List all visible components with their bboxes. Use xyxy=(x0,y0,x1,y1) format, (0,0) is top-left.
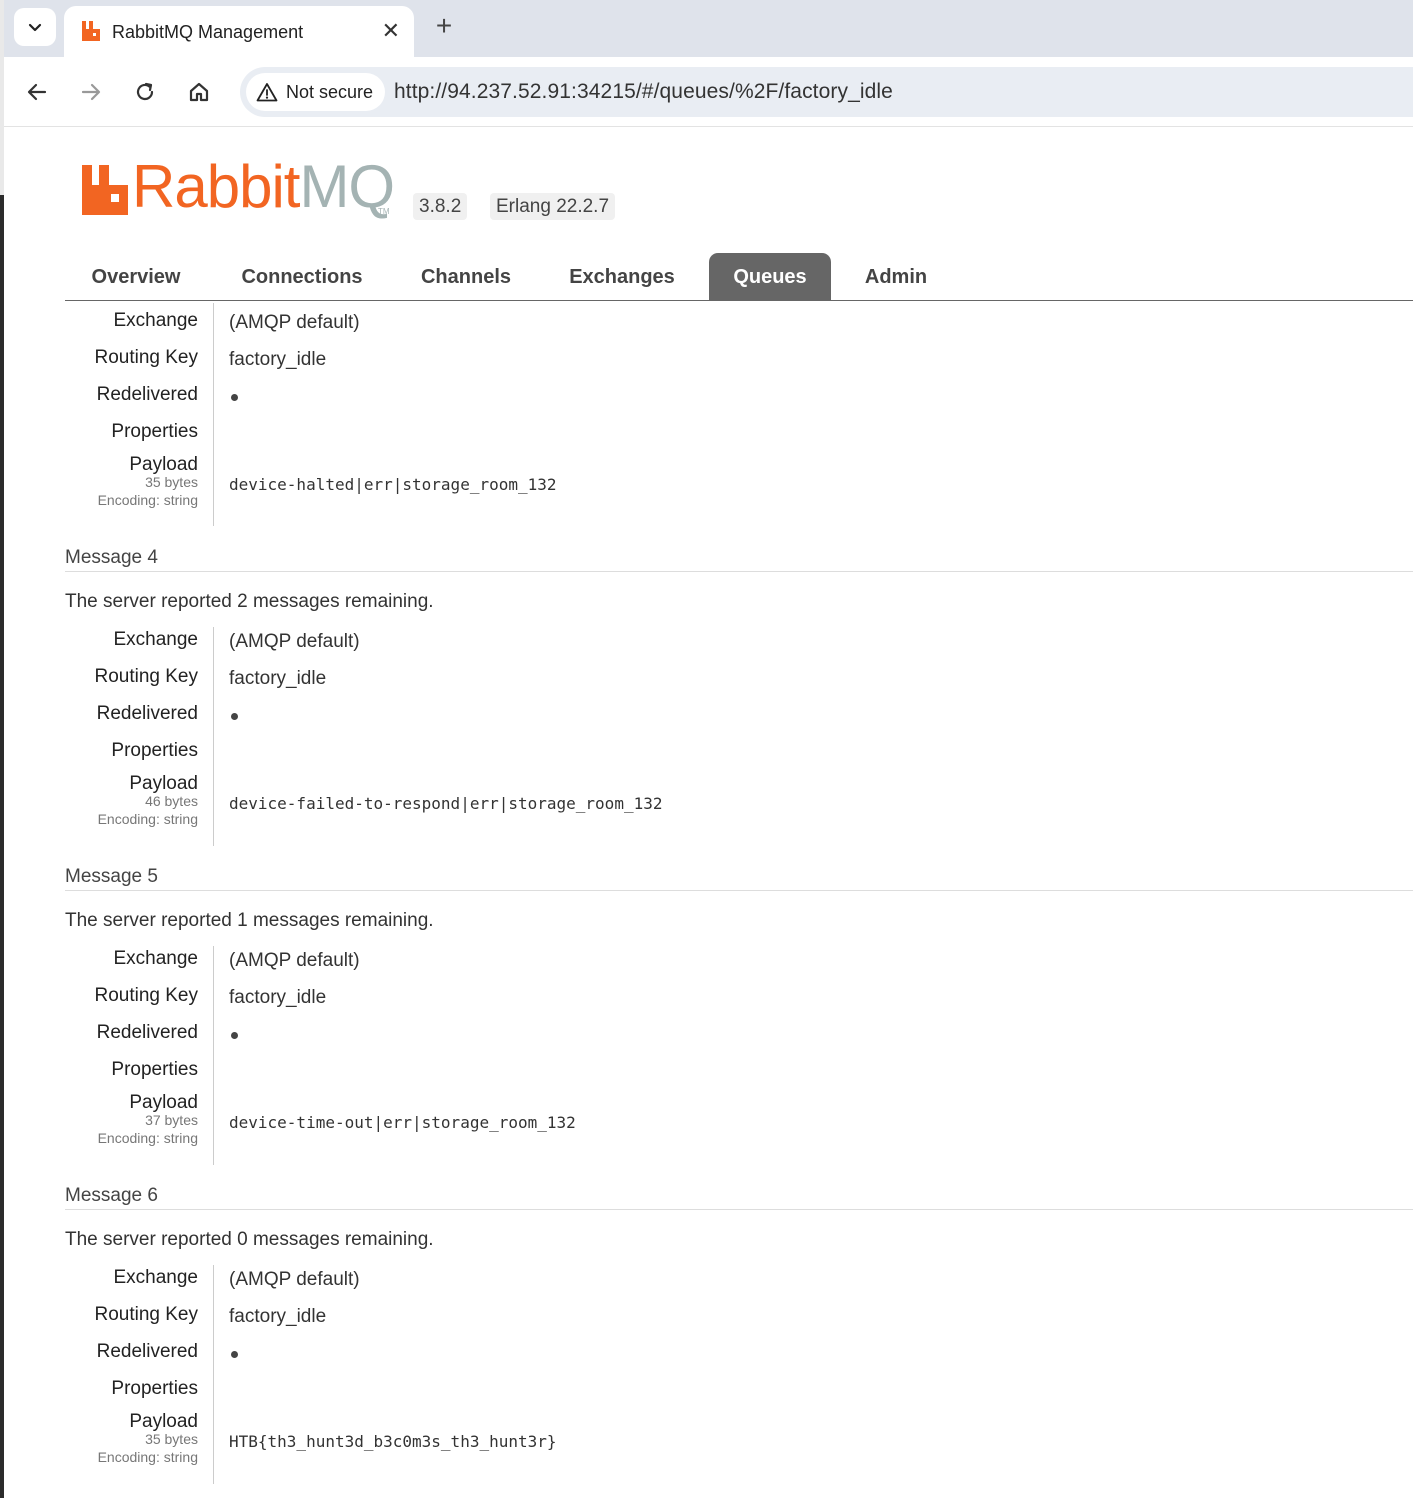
properties-label: Properties xyxy=(111,1378,198,1399)
browser-tab[interactable]: RabbitMQ Management ✕ xyxy=(64,6,414,57)
exchange-value: (AMQP default) xyxy=(229,631,360,652)
exchange-label: Exchange xyxy=(113,310,198,331)
version-badge: 3.8.2 xyxy=(413,193,468,220)
routing-key-label: Routing Key xyxy=(94,985,198,1006)
redelivered-dot xyxy=(231,394,238,401)
divider xyxy=(65,1209,1413,1210)
reload-button[interactable] xyxy=(129,76,161,108)
tab-title: RabbitMQ Management xyxy=(112,22,304,42)
browser-tab-bar: RabbitMQ Management ✕ + xyxy=(4,0,1413,57)
browser-toolbar: Not secure http://94.237.52.91:34215/#/q… xyxy=(4,57,1413,127)
redelivered-label: Redelivered xyxy=(96,384,198,405)
tab-overview[interactable]: Overview xyxy=(73,253,199,300)
payload-value: HTB{th3_hunt3d_b3c0m3s_th3_hunt3r} xyxy=(229,1432,557,1451)
arrow-left-icon xyxy=(27,83,47,101)
payload-value: device-halted|err|storage_room_132 xyxy=(229,475,557,494)
exchange-label: Exchange xyxy=(113,629,198,650)
payload-value: device-failed-to-respond|err|storage_roo… xyxy=(229,794,663,813)
payload-size: 46 bytes xyxy=(145,793,198,809)
properties-label: Properties xyxy=(111,740,198,761)
table-divider xyxy=(213,303,214,526)
tab-queues[interactable]: Queues xyxy=(709,253,831,300)
routing-key-label: Routing Key xyxy=(94,1304,198,1325)
reload-icon xyxy=(136,82,154,101)
routing-key-label: Routing Key xyxy=(94,666,198,687)
remaining-text: The server reported 0 messages remaining… xyxy=(65,1229,434,1250)
divider xyxy=(65,890,1413,891)
table-divider xyxy=(213,1265,214,1484)
tab-search-button[interactable] xyxy=(14,8,56,46)
payload-encoding: Encoding: string xyxy=(97,492,198,508)
properties-label: Properties xyxy=(111,421,198,442)
properties-label: Properties xyxy=(111,1059,198,1080)
routing-key-label: Routing Key xyxy=(94,347,198,368)
home-icon xyxy=(189,82,209,102)
tab-admin[interactable]: Admin xyxy=(853,253,939,300)
routing-key-value: factory_idle xyxy=(229,1306,327,1327)
message-header: Message 6 xyxy=(65,1185,158,1206)
close-tab-icon[interactable]: ✕ xyxy=(382,18,400,44)
warning-icon xyxy=(256,83,278,102)
payload-encoding: Encoding: string xyxy=(97,1130,198,1146)
logo-trademark: TM xyxy=(378,207,390,216)
message-header: Message 4 xyxy=(65,547,158,568)
payload-label: Payload xyxy=(129,773,198,794)
payload-label: Payload xyxy=(129,1411,198,1432)
exchange-label: Exchange xyxy=(113,1267,198,1288)
routing-key-value: factory_idle xyxy=(229,349,327,370)
table-divider xyxy=(213,627,214,846)
tab-exchanges[interactable]: Exchanges xyxy=(558,253,686,300)
security-label: Not secure xyxy=(286,81,374,102)
divider xyxy=(65,571,1413,572)
redelivered-dot xyxy=(231,1032,238,1039)
remaining-text: The server reported 1 messages remaining… xyxy=(65,910,434,931)
redelivered-label: Redelivered xyxy=(96,1022,198,1043)
home-button[interactable] xyxy=(183,76,215,108)
payload-size: 35 bytes xyxy=(145,1431,198,1447)
payload-value: device-time-out|err|storage_room_132 xyxy=(229,1113,576,1132)
desktop-edge xyxy=(0,0,4,1498)
tab-connections[interactable]: Connections xyxy=(230,253,374,300)
redelivered-label: Redelivered xyxy=(96,703,198,724)
payload-size: 37 bytes xyxy=(145,1112,198,1128)
redelivered-label: Redelivered xyxy=(96,1341,198,1362)
message-header: Message 5 xyxy=(65,866,158,887)
chevron-down-icon xyxy=(28,23,42,32)
redelivered-dot xyxy=(231,713,238,720)
exchange-label: Exchange xyxy=(113,948,198,969)
url-text[interactable]: http://94.237.52.91:34215/#/queues/%2F/f… xyxy=(394,80,893,104)
routing-key-value: factory_idle xyxy=(229,668,327,689)
rabbitmq-logo-icon xyxy=(82,165,128,215)
payload-label: Payload xyxy=(129,1092,198,1113)
rabbitmq-favicon-icon xyxy=(82,21,100,41)
remaining-text: The server reported 2 messages remaining… xyxy=(65,591,434,612)
payload-label: Payload xyxy=(129,454,198,475)
address-bar[interactable]: Not secure http://94.237.52.91:34215/#/q… xyxy=(240,67,1413,117)
tab-channels[interactable]: Channels xyxy=(410,253,522,300)
arrow-right-icon xyxy=(81,83,101,101)
table-divider xyxy=(213,946,214,1165)
security-indicator[interactable]: Not secure xyxy=(246,73,386,111)
back-button[interactable] xyxy=(21,76,53,108)
exchange-value: (AMQP default) xyxy=(229,1269,360,1290)
payload-size: 35 bytes xyxy=(145,474,198,490)
payload-encoding: Encoding: string xyxy=(97,811,198,827)
forward-button[interactable] xyxy=(75,76,107,108)
payload-encoding: Encoding: string xyxy=(97,1449,198,1465)
exchange-value: (AMQP default) xyxy=(229,950,360,971)
erlang-badge: Erlang 22.2.7 xyxy=(490,193,616,220)
logo-wordmark: RabbitMQ xyxy=(132,153,395,220)
routing-key-value: factory_idle xyxy=(229,987,327,1008)
new-tab-button[interactable]: + xyxy=(428,10,460,42)
main-nav: Overview Connections Channels Exchanges … xyxy=(65,253,1413,301)
redelivered-dot xyxy=(231,1351,238,1358)
exchange-value: (AMQP default) xyxy=(229,312,360,333)
